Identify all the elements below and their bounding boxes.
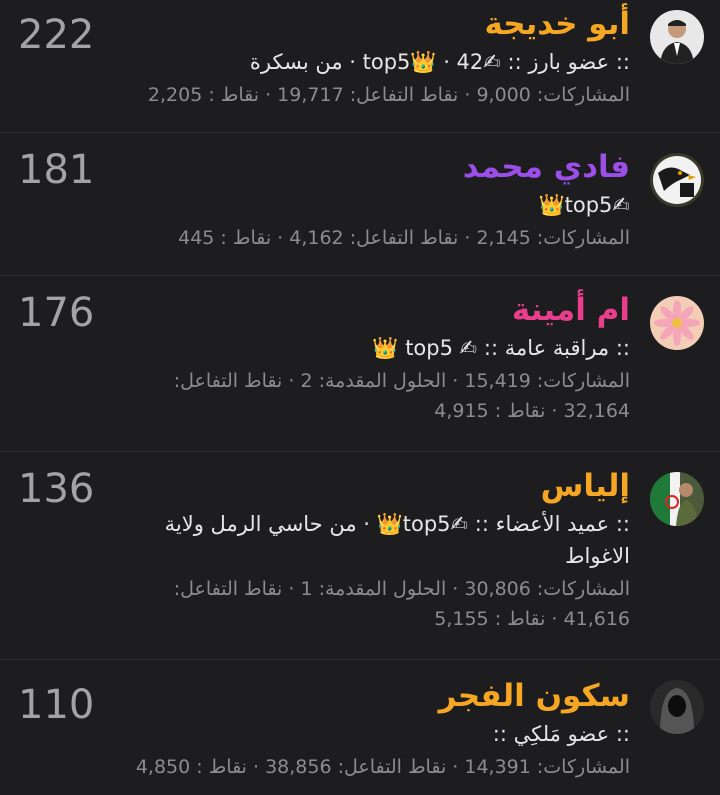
member-name[interactable]: أبو خديجة xyxy=(110,4,630,44)
man-in-suit-avatar[interactable] xyxy=(650,10,704,64)
member-stats: المشاركات: 2,145 · نقاط التفاعل: 4,162 ·… xyxy=(178,227,630,249)
soldier-flag-avatar[interactable] xyxy=(650,472,704,526)
eagle-avatar[interactable] xyxy=(650,153,704,207)
member-stats: المشاركات: 9,000 · نقاط التفاعل: 19,717 … xyxy=(147,84,630,106)
member-stats: المشاركات: 14,391 · نقاط التفاعل: 38,856… xyxy=(135,756,630,778)
reaction-score: 176 xyxy=(18,290,95,336)
list-item[interactable]: ام أمينة :: مراقبة عامة :: ✍ top5 👑 المش… xyxy=(0,276,720,452)
member-stats: المشاركات: 15,419 · الحلول المقدمة: 2 · … xyxy=(173,370,630,422)
list-item[interactable]: إلياس :: عميد الأعضاء :: ✍top5👑 · من حاس… xyxy=(0,452,720,660)
member-name[interactable]: سكون الفجر xyxy=(110,676,630,716)
member-title: :: عضو مَلكِي :: xyxy=(492,722,630,746)
member-title: ✍top5👑 xyxy=(538,193,630,217)
member-title: :: عميد الأعضاء :: ✍top5👑 · من حاسي الرم… xyxy=(164,512,630,568)
leaderboard-list: أبو خديجة :: عضو بارز :: ✍top5👑 · 42 · م… xyxy=(0,0,720,795)
member-name[interactable]: إلياس xyxy=(110,466,630,506)
list-item[interactable]: فادي محمد ✍top5👑 المشاركات: 2,145 · نقاط… xyxy=(0,133,720,276)
reaction-score: 222 xyxy=(18,12,95,58)
reaction-score: 136 xyxy=(18,466,95,512)
member-name[interactable]: فادي محمد xyxy=(110,147,630,187)
reaction-score: 181 xyxy=(18,147,95,193)
member-title: :: عضو بارز :: ✍top5👑 · 42 · من بسكرة xyxy=(249,50,630,74)
member-name[interactable]: ام أمينة xyxy=(110,290,630,330)
list-item[interactable]: سكون الفجر :: عضو مَلكِي :: المشاركات: 1… xyxy=(0,660,720,795)
list-item[interactable]: أبو خديجة :: عضو بارز :: ✍top5👑 · 42 · م… xyxy=(0,0,720,133)
member-title: :: مراقبة عامة :: ✍ top5 👑 xyxy=(372,336,630,360)
reaction-score: 110 xyxy=(18,682,95,728)
pink-flower-avatar[interactable] xyxy=(650,296,704,350)
member-stats: المشاركات: 30,806 · الحلول المقدمة: 1 · … xyxy=(173,578,630,630)
hooded-figure-avatar[interactable] xyxy=(650,680,704,734)
